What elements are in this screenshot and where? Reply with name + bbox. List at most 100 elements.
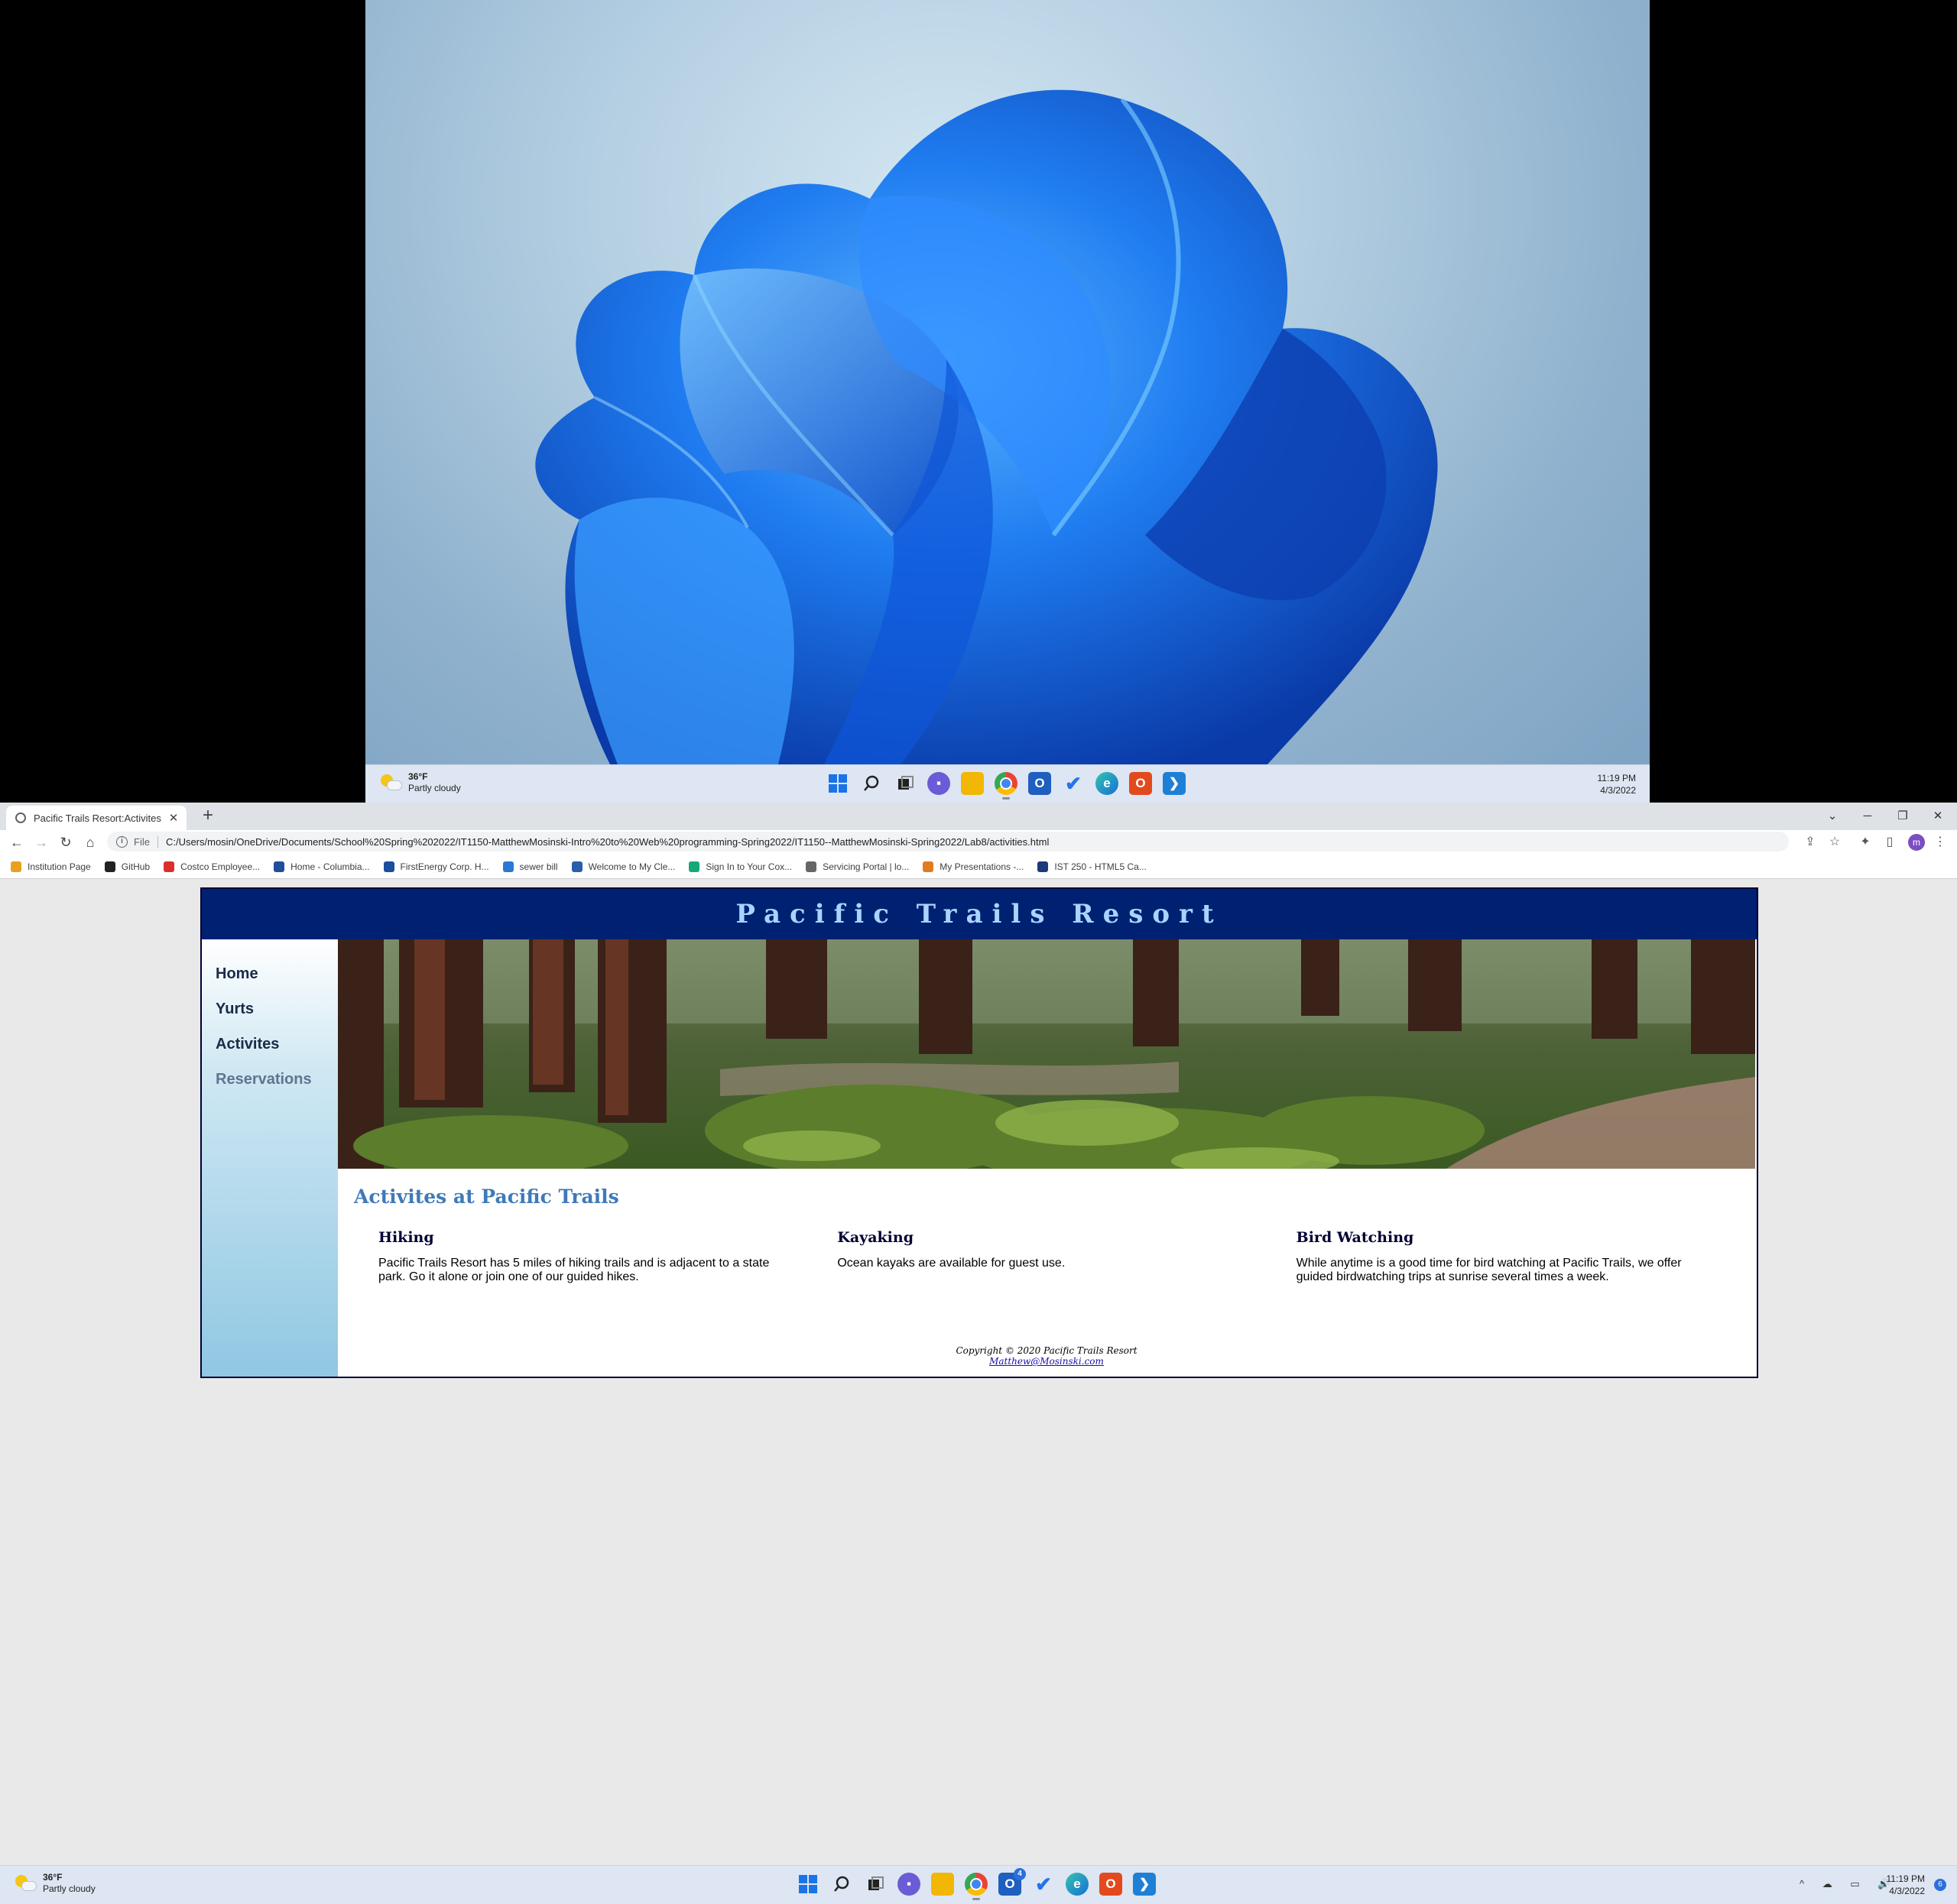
- bookmark-item[interactable]: Institution Page: [11, 861, 91, 872]
- system-tray-icons[interactable]: ^ ☁ ▭ 🔊: [1800, 1878, 1897, 1890]
- remote-weather-widget[interactable]: 36°F Partly cloudy: [381, 771, 461, 794]
- edge-icon[interactable]: e: [1066, 1873, 1089, 1896]
- activities-columns: Hiking Pacific Trails Resort has 5 miles…: [338, 1229, 1755, 1284]
- activity-bird-watching: Bird Watching While anytime is a good ti…: [1297, 1229, 1755, 1284]
- bookmark-label: GitHub: [121, 861, 151, 872]
- weather-widget[interactable]: 36°F Partly cloudy: [15, 1872, 96, 1895]
- nav-link-activites[interactable]: Activites: [216, 1036, 279, 1053]
- file-explorer-icon[interactable]: [961, 772, 984, 795]
- bookmark-favicon-icon: [1037, 861, 1049, 872]
- todo-icon[interactable]: ✔: [1062, 772, 1085, 795]
- search-icon[interactable]: [860, 772, 883, 795]
- vscode-icon[interactable]: ❯: [1163, 772, 1186, 795]
- windows-start-icon[interactable]: [826, 772, 849, 795]
- nav-link-yurts[interactable]: Yurts: [216, 1001, 254, 1017]
- footer-email-link[interactable]: Matthew@Mosinski.com: [989, 1356, 1104, 1367]
- tab-title: Pacific Trails Resort:Activites: [34, 812, 161, 824]
- back-arrow-icon[interactable]: ←: [6, 832, 28, 853]
- chrome-icon[interactable]: [995, 772, 1017, 800]
- remote-clock-time: 11:19 PM: [1597, 773, 1636, 783]
- clock-time: 11:19 PM: [1886, 1873, 1925, 1884]
- bookmark-favicon-icon: [571, 861, 583, 872]
- bookmark-favicon-icon: [104, 861, 115, 872]
- restore-button[interactable]: ❐: [1885, 806, 1920, 827]
- bookmark-label: Costco Employee...: [180, 861, 261, 872]
- bookmark-item[interactable]: GitHub: [104, 861, 151, 872]
- activity-hiking: Hiking Pacific Trails Resort has 5 miles…: [378, 1229, 837, 1284]
- edge-icon[interactable]: e: [1095, 772, 1118, 795]
- nav-link-home[interactable]: Home: [216, 965, 258, 982]
- bookmarks-bar: Institution Page GitHub Costco Employee...…: [0, 855, 1957, 879]
- bookmark-label: Institution Page: [28, 861, 91, 872]
- bookmark-item[interactable]: FirstEnergy Corp. H...: [383, 861, 489, 872]
- office-icon[interactable]: O: [1129, 772, 1152, 795]
- remote-taskbar: 36°F Partly cloudy ▪ O ✔ e O ❯ 11:19 PM …: [365, 764, 1650, 803]
- taskbar-clock[interactable]: 11:19 PM 4/3/2022: [1887, 1873, 1925, 1897]
- activity-title: Bird Watching: [1296, 1229, 1414, 1246]
- bookmark-label: IST 250 - HTML5 Ca...: [1054, 861, 1147, 872]
- page-heading: Activites at Pacific Trails: [354, 1186, 619, 1208]
- forward-arrow-icon[interactable]: →: [31, 832, 52, 853]
- site-footer: Copyright © 2020 Pacific Trails Resort M…: [338, 1345, 1755, 1367]
- hero-forest-image: [338, 939, 1755, 1169]
- bookmark-label: Servicing Portal | lo...: [823, 861, 910, 872]
- remote-weather-condition: Partly cloudy: [408, 783, 461, 793]
- bookmark-item[interactable]: Servicing Portal | lo...: [806, 861, 909, 872]
- tab-close-icon[interactable]: ✕: [165, 811, 182, 825]
- new-tab-button[interactable]: +: [197, 806, 219, 827]
- remote-clock-date: 4/3/2022: [1600, 785, 1636, 796]
- windows-bloom-wallpaper: [535, 89, 1438, 764]
- bookmark-item[interactable]: sewer bill: [502, 861, 558, 872]
- bookmark-item[interactable]: Home - Columbia...: [274, 861, 370, 872]
- notification-badge[interactable]: 6: [1934, 1879, 1946, 1891]
- bookmark-item[interactable]: IST 250 - HTML5 Ca...: [1037, 861, 1147, 872]
- url-scheme: File: [134, 835, 158, 848]
- address-bar[interactable]: i File C:/Users/mosin/OneDrive/Documents…: [107, 832, 1789, 851]
- task-view-icon[interactable]: [864, 1873, 887, 1896]
- file-explorer-icon[interactable]: [931, 1873, 954, 1896]
- minimize-button[interactable]: ─: [1850, 806, 1885, 827]
- teams-chat-icon[interactable]: ▪: [897, 1873, 920, 1896]
- vscode-icon[interactable]: ❯: [1133, 1873, 1156, 1896]
- todo-icon[interactable]: ✔: [1032, 1873, 1055, 1896]
- outlook-icon[interactable]: O: [1028, 772, 1051, 795]
- bookmark-label: FirstEnergy Corp. H...: [400, 861, 489, 872]
- partly-cloudy-icon: [15, 1873, 37, 1893]
- bookmark-item[interactable]: Sign In to Your Cox...: [689, 861, 792, 872]
- weather-condition: Partly cloudy: [43, 1883, 96, 1894]
- task-view-icon[interactable]: [894, 772, 917, 795]
- bookmark-item[interactable]: Costco Employee...: [164, 861, 260, 872]
- bookmark-item[interactable]: Welcome to My Cle...: [571, 861, 675, 872]
- browser-tab[interactable]: Pacific Trails Resort:Activites ✕: [6, 806, 187, 830]
- profile-avatar[interactable]: m: [1908, 834, 1925, 851]
- weather-temp: 36°F: [43, 1872, 63, 1883]
- nav-link-reservations[interactable]: Reservations: [216, 1071, 312, 1088]
- bookmark-favicon-icon: [11, 861, 21, 872]
- share-icon[interactable]: ⇪: [1801, 833, 1819, 851]
- side-panel-icon[interactable]: ▯: [1881, 833, 1899, 851]
- windows-start-icon[interactable]: [797, 1873, 819, 1896]
- info-icon[interactable]: i: [116, 835, 128, 848]
- search-icon[interactable]: [830, 1873, 853, 1896]
- home-icon[interactable]: ⌂: [80, 832, 101, 853]
- outlook-icon[interactable]: O4: [998, 1868, 1026, 1896]
- activity-title: Hiking: [378, 1229, 434, 1246]
- bookmark-item[interactable]: My Presentations -...: [923, 861, 1024, 872]
- office-icon[interactable]: O: [1099, 1873, 1122, 1896]
- extensions-icon[interactable]: ✦: [1856, 833, 1874, 851]
- url-text[interactable]: C:/Users/mosin/OneDrive/Documents/School…: [166, 836, 1049, 848]
- reload-icon[interactable]: ↻: [55, 832, 76, 853]
- close-window-button[interactable]: ✕: [1920, 806, 1955, 827]
- teams-chat-icon[interactable]: ▪: [927, 772, 950, 795]
- tab-search-icon[interactable]: ⌄: [1815, 806, 1850, 827]
- chrome-icon[interactable]: [965, 1873, 988, 1900]
- bookmark-star-icon[interactable]: ☆: [1826, 833, 1844, 851]
- bookmark-favicon-icon: [164, 861, 175, 872]
- site-header: Pacific Trails Resort: [202, 889, 1757, 939]
- remote-taskbar-apps: ▪ O ✔ e O ❯: [826, 772, 1186, 800]
- bookmark-label: Sign In to Your Cox...: [706, 861, 793, 872]
- page-viewport: Pacific Trails Resort Home Yurts Activit…: [0, 880, 1957, 1864]
- remote-clock[interactable]: 11:19 PM 4/3/2022: [1598, 772, 1636, 796]
- menu-kebab-icon[interactable]: ⋮: [1931, 833, 1949, 851]
- partly-cloudy-icon: [381, 773, 402, 793]
